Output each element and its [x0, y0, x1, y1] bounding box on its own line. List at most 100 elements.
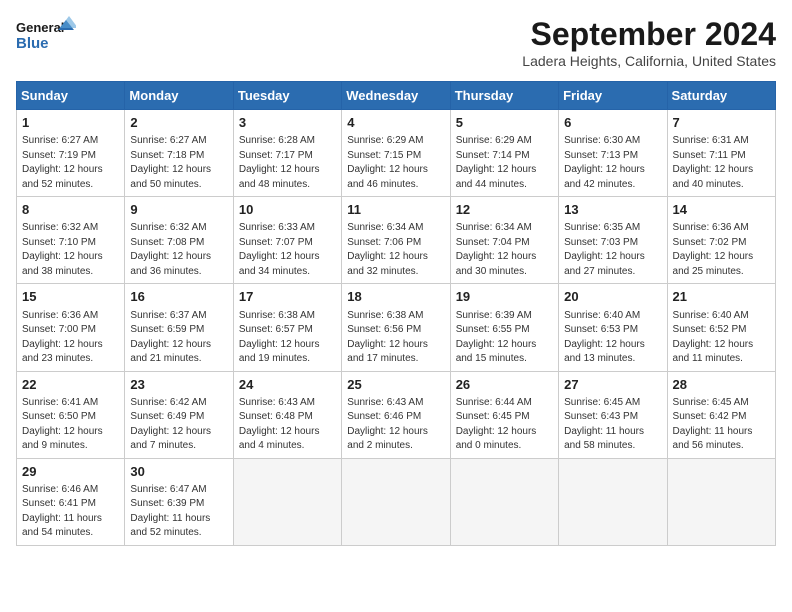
- day-info: Sunrise: 6:27 AMSunset: 7:18 PMDaylight:…: [130, 134, 227, 192]
- day-number: 9: [130, 201, 227, 219]
- svg-text:Blue: Blue: [16, 35, 49, 52]
- col-header-tuesday: Tuesday: [233, 82, 341, 110]
- day-number: 5: [456, 114, 553, 132]
- location-subtitle: Ladera Heights, California, United State…: [522, 53, 776, 69]
- calendar-cell: 13 Sunrise: 6:35 AMSunset: 7:03 PMDayligh…: [559, 197, 667, 284]
- calendar-cell: 17Sunrise: 6:38 AMSunset: 6:57 PMDayligh…: [233, 284, 341, 371]
- day-number: 27: [564, 376, 661, 394]
- calendar-cell: 24 Sunrise: 6:43 AMSunset: 6:48 PMDayligh…: [233, 371, 341, 458]
- day-info: Sunrise: 6:36 AMSunset: 7:02 PMDaylight:…: [673, 221, 770, 279]
- day-number: 2: [130, 114, 227, 132]
- day-number: 11: [347, 201, 444, 219]
- calendar-header-row: SundayMondayTuesdayWednesdayThursdayFrid…: [17, 82, 776, 110]
- day-info: Sunrise: 6:47 AMSunset: 6:39 PMDaylight:…: [130, 483, 227, 541]
- calendar-cell: 5 Sunrise: 6:29 AMSunset: 7:14 PMDaylight…: [450, 110, 558, 197]
- calendar-cell: 23Sunrise: 6:42 AMSunset: 6:49 PMDayligh…: [125, 371, 233, 458]
- day-number: 1: [22, 114, 119, 132]
- day-number: 30: [130, 463, 227, 481]
- calendar-cell: 3 Sunrise: 6:28 AMSunset: 7:17 PMDaylight…: [233, 110, 341, 197]
- logo: General Blue: [16, 16, 76, 61]
- day-number: 16: [130, 288, 227, 306]
- day-number: 13: [564, 201, 661, 219]
- day-info: Sunrise: 6:43 AMSunset: 6:48 PMDaylight:…: [239, 396, 336, 454]
- svg-text:General: General: [16, 20, 64, 35]
- calendar-cell: 11 Sunrise: 6:34 AMSunset: 7:06 PMDayligh…: [342, 197, 450, 284]
- day-number: 23: [130, 376, 227, 394]
- day-number: 29: [22, 463, 119, 481]
- day-info: Sunrise: 6:39 AMSunset: 6:55 PMDaylight:…: [456, 309, 553, 367]
- title-block: September 2024 Ladera Heights, Californi…: [522, 16, 776, 69]
- calendar-cell: 14Sunrise: 6:36 AMSunset: 7:02 PMDayligh…: [667, 197, 775, 284]
- day-number: 6: [564, 114, 661, 132]
- day-info: Sunrise: 6:38 AMSunset: 6:56 PMDaylight:…: [347, 309, 444, 367]
- day-number: 28: [673, 376, 770, 394]
- day-number: 7: [673, 114, 770, 132]
- calendar-cell: 9 Sunrise: 6:32 AMSunset: 7:08 PMDaylight…: [125, 197, 233, 284]
- day-number: 22: [22, 376, 119, 394]
- day-info: Sunrise: 6:29 AMSunset: 7:15 PMDaylight:…: [347, 134, 444, 192]
- day-number: 17: [239, 288, 336, 306]
- calendar-cell: [667, 458, 775, 545]
- calendar-cell: 12Sunrise: 6:34 AMSunset: 7:04 PMDayligh…: [450, 197, 558, 284]
- day-number: 26: [456, 376, 553, 394]
- day-number: 20: [564, 288, 661, 306]
- day-info: Sunrise: 6:27 AMSunset: 7:19 PMDaylight:…: [22, 134, 119, 192]
- day-number: 3: [239, 114, 336, 132]
- col-header-thursday: Thursday: [450, 82, 558, 110]
- calendar-cell: [559, 458, 667, 545]
- col-header-sunday: Sunday: [17, 82, 125, 110]
- day-info: Sunrise: 6:30 AMSunset: 7:13 PMDaylight:…: [564, 134, 661, 192]
- calendar-table: SundayMondayTuesdayWednesdayThursdayFrid…: [16, 81, 776, 546]
- day-info: Sunrise: 6:34 AMSunset: 7:06 PMDaylight:…: [347, 221, 444, 279]
- col-header-wednesday: Wednesday: [342, 82, 450, 110]
- day-info: Sunrise: 6:35 AMSunset: 7:03 PMDaylight:…: [564, 221, 661, 279]
- calendar-cell: 28 Sunrise: 6:45 AMSunset: 6:42 PMDayligh…: [667, 371, 775, 458]
- day-number: 15: [22, 288, 119, 306]
- calendar-cell: 7 Sunrise: 6:31 AMSunset: 7:11 PMDaylight…: [667, 110, 775, 197]
- day-info: Sunrise: 6:32 AMSunset: 7:10 PMDaylight:…: [22, 221, 119, 279]
- calendar-cell: [233, 458, 341, 545]
- col-header-monday: Monday: [125, 82, 233, 110]
- day-number: 4: [347, 114, 444, 132]
- day-info: Sunrise: 6:29 AMSunset: 7:14 PMDaylight:…: [456, 134, 553, 192]
- calendar-cell: 1 Sunrise: 6:27 AMSunset: 7:19 PMDaylight…: [17, 110, 125, 197]
- calendar-cell: 25 Sunrise: 6:43 AMSunset: 6:46 PMDayligh…: [342, 371, 450, 458]
- day-number: 25: [347, 376, 444, 394]
- col-header-saturday: Saturday: [667, 82, 775, 110]
- calendar-cell: 15 Sunrise: 6:36 AMSunset: 7:00 PMDayligh…: [17, 284, 125, 371]
- calendar-week-row: 29 Sunrise: 6:46 AMSunset: 6:41 PMDayligh…: [17, 458, 776, 545]
- day-number: 8: [22, 201, 119, 219]
- calendar-cell: 4 Sunrise: 6:29 AMSunset: 7:15 PMDaylight…: [342, 110, 450, 197]
- calendar-cell: 6 Sunrise: 6:30 AMSunset: 7:13 PMDaylight…: [559, 110, 667, 197]
- month-title: September 2024: [522, 16, 776, 53]
- col-header-friday: Friday: [559, 82, 667, 110]
- calendar-cell: 29 Sunrise: 6:46 AMSunset: 6:41 PMDayligh…: [17, 458, 125, 545]
- logo-svg: General Blue: [16, 16, 76, 61]
- calendar-cell: 18 Sunrise: 6:38 AMSunset: 6:56 PMDayligh…: [342, 284, 450, 371]
- calendar-cell: 26Sunrise: 6:44 AMSunset: 6:45 PMDayligh…: [450, 371, 558, 458]
- calendar-week-row: 8 Sunrise: 6:32 AMSunset: 7:10 PMDaylight…: [17, 197, 776, 284]
- day-info: Sunrise: 6:40 AMSunset: 6:53 PMDaylight:…: [564, 309, 661, 367]
- day-number: 24: [239, 376, 336, 394]
- calendar-cell: [450, 458, 558, 545]
- calendar-cell: 30 Sunrise: 6:47 AMSunset: 6:39 PMDayligh…: [125, 458, 233, 545]
- calendar-cell: 8 Sunrise: 6:32 AMSunset: 7:10 PMDaylight…: [17, 197, 125, 284]
- day-info: Sunrise: 6:43 AMSunset: 6:46 PMDaylight:…: [347, 396, 444, 454]
- day-info: Sunrise: 6:46 AMSunset: 6:41 PMDaylight:…: [22, 483, 119, 541]
- calendar-cell: 20 Sunrise: 6:40 AMSunset: 6:53 PMDayligh…: [559, 284, 667, 371]
- day-info: Sunrise: 6:32 AMSunset: 7:08 PMDaylight:…: [130, 221, 227, 279]
- calendar-cell: 16 Sunrise: 6:37 AMSunset: 6:59 PMDayligh…: [125, 284, 233, 371]
- day-info: Sunrise: 6:37 AMSunset: 6:59 PMDaylight:…: [130, 309, 227, 367]
- day-info: Sunrise: 6:45 AMSunset: 6:42 PMDaylight:…: [673, 396, 770, 454]
- day-info: Sunrise: 6:40 AMSunset: 6:52 PMDaylight:…: [673, 309, 770, 367]
- calendar-cell: [342, 458, 450, 545]
- calendar-cell: 19 Sunrise: 6:39 AMSunset: 6:55 PMDayligh…: [450, 284, 558, 371]
- calendar-cell: 21Sunrise: 6:40 AMSunset: 6:52 PMDayligh…: [667, 284, 775, 371]
- day-number: 12: [456, 201, 553, 219]
- day-number: 19: [456, 288, 553, 306]
- day-number: 18: [347, 288, 444, 306]
- day-info: Sunrise: 6:31 AMSunset: 7:11 PMDaylight:…: [673, 134, 770, 192]
- day-info: Sunrise: 6:28 AMSunset: 7:17 PMDaylight:…: [239, 134, 336, 192]
- day-info: Sunrise: 6:36 AMSunset: 7:00 PMDaylight:…: [22, 309, 119, 367]
- page-header: General Blue September 2024 Ladera Heigh…: [16, 16, 776, 69]
